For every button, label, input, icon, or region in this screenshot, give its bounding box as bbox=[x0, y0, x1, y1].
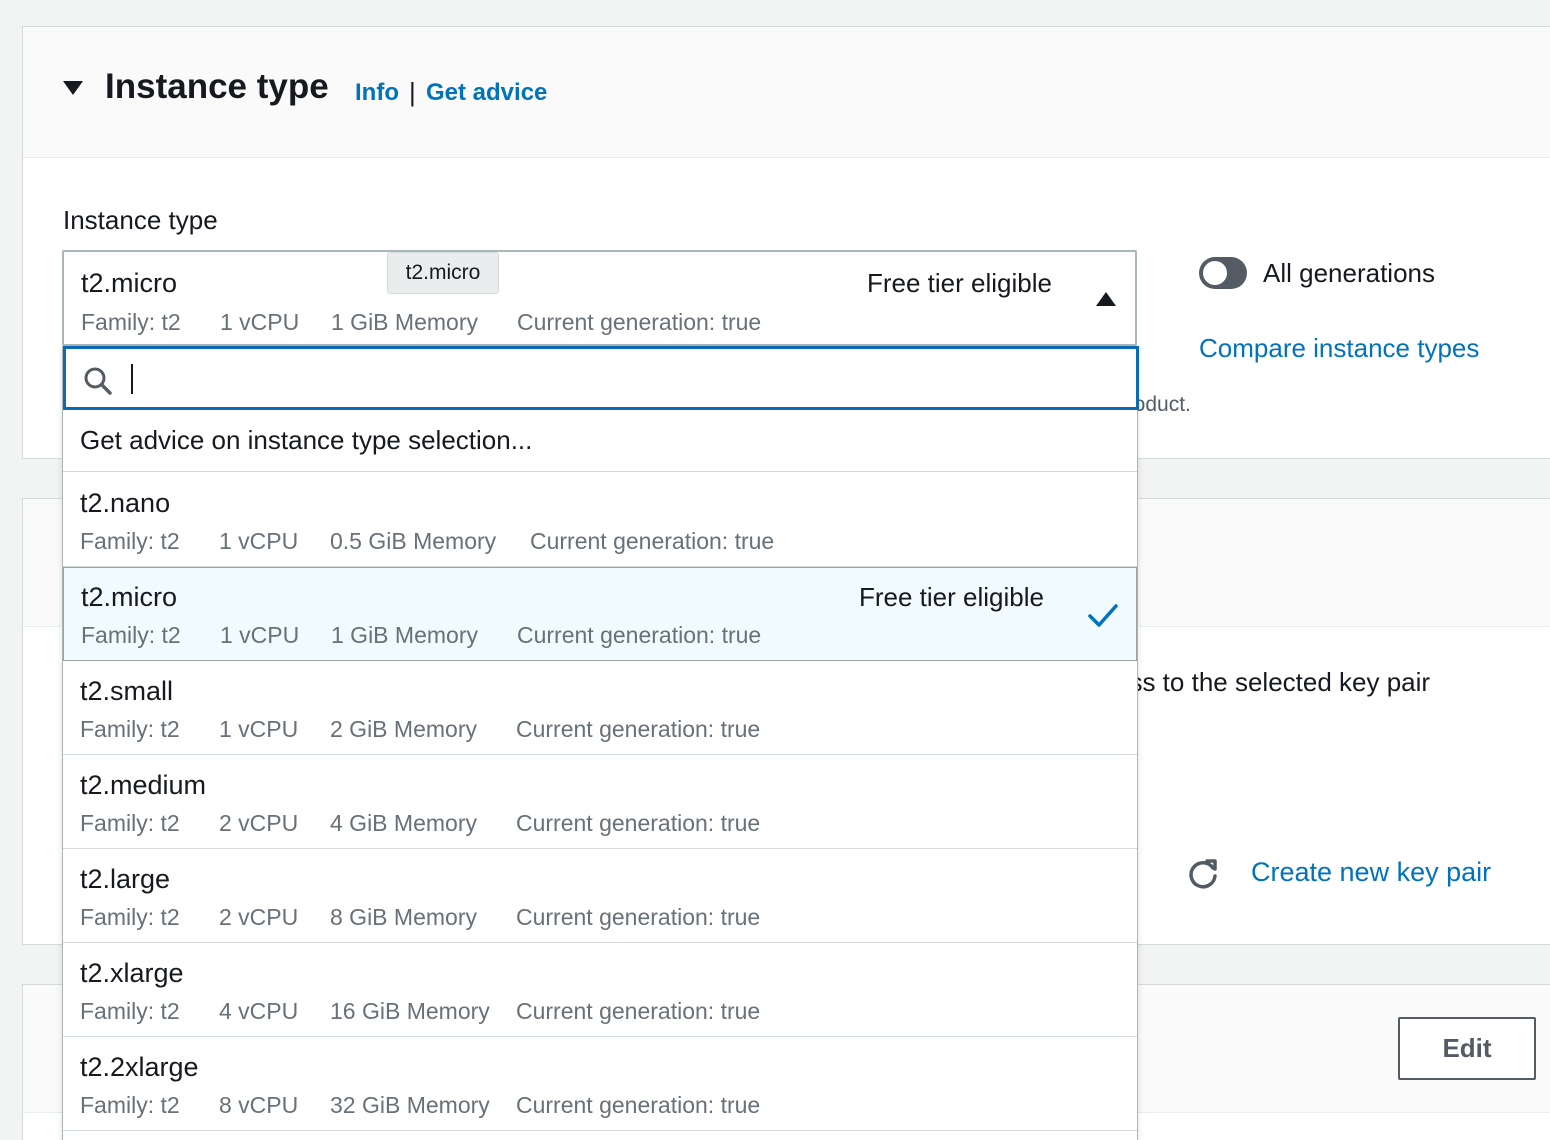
instance-option[interactable]: t2.large Family: t2 2 vCPU 8 GiB Memory Curr… bbox=[63, 849, 1137, 943]
meta-family: Family: t2 bbox=[80, 716, 180, 742]
edit-button[interactable]: Edit bbox=[1398, 1017, 1536, 1080]
selected-instance-meta: Family: t2 1 vCPU 1 GiB Memory Current gene… bbox=[81, 309, 761, 336]
meta-family: Family: t2 bbox=[80, 528, 180, 554]
free-tier-badge: Free tier eligible bbox=[867, 268, 1052, 298]
refresh-icon[interactable] bbox=[1185, 856, 1221, 892]
search-box[interactable] bbox=[63, 346, 1139, 410]
get-advice-link[interactable]: Get advice bbox=[426, 79, 547, 107]
meta-family: Family: t2 bbox=[80, 998, 180, 1024]
option-name: t2.nano bbox=[80, 488, 171, 518]
meta-vcpu: 4 vCPU bbox=[219, 998, 299, 1024]
all-generations-label: All generations bbox=[1263, 258, 1435, 288]
instance-option[interactable]: t2.2xlarge Family: t2 8 vCPU 32 GiB Memory C… bbox=[63, 1037, 1137, 1131]
checkmark-icon bbox=[1088, 604, 1118, 627]
instance-option[interactable]: t2.micro Free tier eligible Family: t2 1 vC… bbox=[63, 567, 1137, 661]
meta-vcpu: 1 vCPU bbox=[220, 622, 300, 648]
meta-family: Family: t2 bbox=[81, 622, 181, 648]
search-input[interactable] bbox=[126, 357, 1116, 399]
compare-instance-types-link[interactable]: Compare instance types bbox=[1199, 333, 1479, 364]
meta-memory: 0.5 GiB Memory bbox=[330, 528, 497, 554]
toggle-knob bbox=[1203, 261, 1227, 285]
option-name: t2.micro bbox=[81, 582, 178, 612]
option-meta: Family: t2 1 vCPU 2 GiB Memory Current gene… bbox=[80, 716, 760, 743]
instance-option[interactable]: t2.nano Family: t2 1 vCPU 0.5 GiB Memory Cur… bbox=[63, 473, 1137, 567]
meta-generation: Current generation: true bbox=[516, 998, 761, 1024]
all-generations-toggle[interactable] bbox=[1199, 257, 1247, 289]
meta-memory: 1 GiB Memory bbox=[331, 309, 478, 335]
caret-up-icon bbox=[1096, 292, 1116, 306]
meta-vcpu: 1 vCPU bbox=[220, 309, 300, 335]
info-link[interactable]: Info bbox=[355, 79, 399, 107]
meta-generation: Current generation: true bbox=[516, 810, 761, 836]
text-cursor bbox=[131, 364, 133, 394]
option-name: t2.large bbox=[80, 864, 171, 894]
selected-instance-name: t2.micro bbox=[81, 268, 178, 298]
instance-option[interactable]: t2.xlarge Family: t2 4 vCPU 16 GiB Memory Cu… bbox=[63, 943, 1137, 1037]
create-new-key-pair-link[interactable]: Create new key pair bbox=[1251, 857, 1491, 888]
search-icon bbox=[84, 367, 112, 395]
option-meta: Family: t2 1 vCPU 0.5 GiB Memory Current ge… bbox=[80, 528, 774, 555]
instance-type-dropdown: Get advice on instance type selection...… bbox=[62, 346, 1139, 1140]
header-separator: | bbox=[409, 77, 416, 107]
meta-family: Family: t2 bbox=[81, 309, 181, 335]
meta-family: Family: t2 bbox=[80, 1092, 180, 1118]
meta-vcpu: 8 vCPU bbox=[219, 1092, 299, 1118]
meta-vcpu: 2 vCPU bbox=[219, 904, 299, 930]
meta-vcpu: 1 vCPU bbox=[219, 716, 299, 742]
tooltip: t2.micro bbox=[387, 252, 499, 294]
meta-vcpu: 1 vCPU bbox=[219, 528, 299, 554]
meta-memory: 32 GiB Memory bbox=[330, 1092, 490, 1118]
option-meta: Family: t2 1 vCPU 1 GiB Memory Current gene… bbox=[81, 622, 761, 649]
meta-memory: 16 GiB Memory bbox=[330, 998, 490, 1024]
option-meta: Family: t2 2 vCPU 8 GiB Memory Current gene… bbox=[80, 904, 760, 931]
meta-vcpu: 2 vCPU bbox=[219, 810, 299, 836]
option-name: t2.xlarge bbox=[80, 958, 184, 988]
key-pair-description: ess to the selected key pair bbox=[1115, 667, 1431, 697]
instance-type-label: Instance type bbox=[63, 205, 218, 235]
instance-type-panel-header: Instance type Info | Get advice bbox=[23, 27, 1550, 158]
meta-generation: Current generation: true bbox=[516, 716, 761, 742]
option-name: t2.2xlarge bbox=[80, 1052, 199, 1082]
meta-memory: 2 GiB Memory bbox=[330, 716, 477, 742]
meta-family: Family: t2 bbox=[80, 904, 180, 930]
get-advice-option-label: Get advice on instance type selection... bbox=[80, 425, 533, 455]
meta-generation: Current generation: true bbox=[530, 528, 775, 554]
option-name: t2.medium bbox=[80, 770, 207, 800]
meta-memory: 1 GiB Memory bbox=[331, 622, 478, 648]
meta-generation: Current generation: true bbox=[516, 904, 761, 930]
get-advice-option[interactable]: Get advice on instance type selection... bbox=[63, 410, 1137, 472]
meta-family: Family: t2 bbox=[80, 810, 180, 836]
meta-generation: Current generation: true bbox=[517, 622, 762, 648]
meta-generation: Current generation: true bbox=[516, 1092, 761, 1118]
option-name: t2.small bbox=[80, 676, 174, 706]
instance-type-select[interactable]: t2.micro Free tier eligible Family: t2 1 … bbox=[62, 250, 1137, 346]
instance-option[interactable]: t2.small Family: t2 1 vCPU 2 GiB Memory Curr… bbox=[63, 661, 1137, 755]
free-tier-badge: Free tier eligible bbox=[859, 582, 1044, 612]
meta-memory: 8 GiB Memory bbox=[330, 904, 477, 930]
option-meta: Family: t2 2 vCPU 4 GiB Memory Current gene… bbox=[80, 810, 760, 837]
instance-option[interactable]: t2.medium Family: t2 2 vCPU 4 GiB Memory Cur… bbox=[63, 755, 1137, 849]
meta-memory: 4 GiB Memory bbox=[330, 810, 477, 836]
section-title: Instance type bbox=[105, 67, 329, 106]
option-meta: Family: t2 8 vCPU 32 GiB Memory Current gen… bbox=[80, 1092, 760, 1119]
collapse-caret-icon[interactable] bbox=[63, 81, 83, 95]
option-meta: Family: t2 4 vCPU 16 GiB Memory Current gen… bbox=[80, 998, 760, 1025]
meta-generation: Current generation: true bbox=[517, 309, 762, 335]
